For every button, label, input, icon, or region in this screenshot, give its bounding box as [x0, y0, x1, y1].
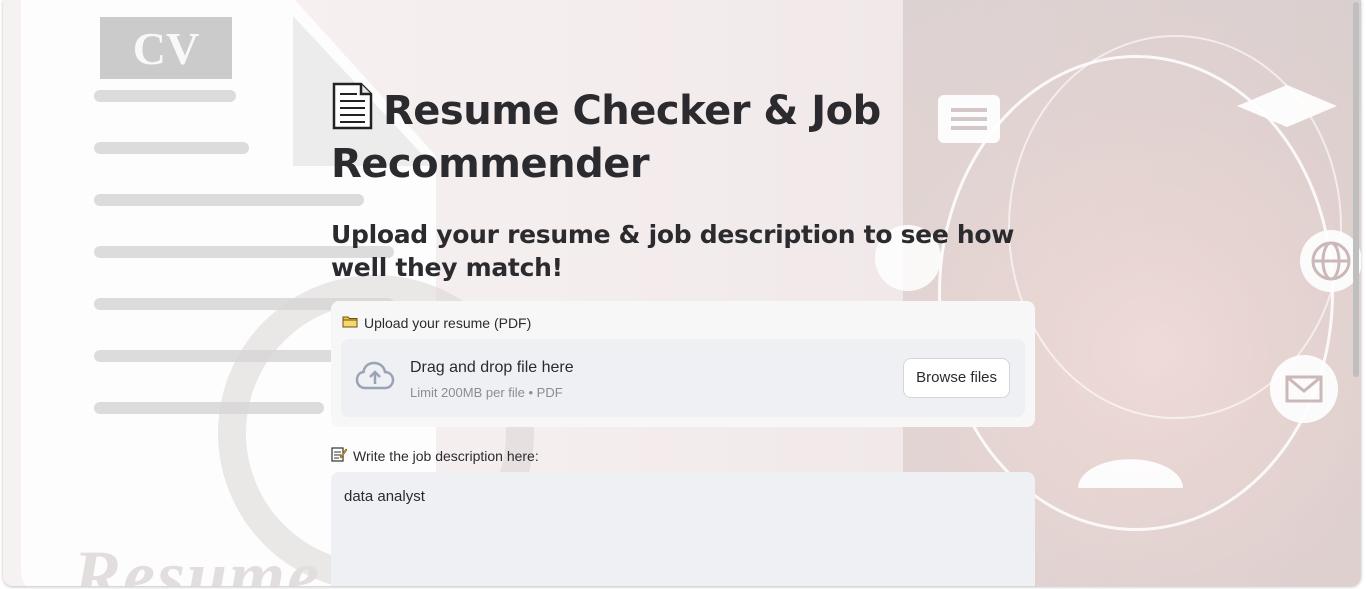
background-resume-text: Resume — [73, 536, 322, 586]
globe-icon — [1300, 230, 1361, 292]
resume-uploader-label-text: Upload your resume (PDF) — [364, 315, 532, 331]
page-subtitle: Upload your resume & job description to … — [331, 220, 1015, 282]
browse-files-button[interactable]: Browse files — [903, 358, 1010, 398]
scrollbar-thumb[interactable] — [1353, 2, 1359, 377]
memo-icon — [331, 446, 348, 465]
job-description-label: Write the job description here: — [331, 446, 539, 465]
resume-uploader-label: Upload your resume (PDF) — [342, 315, 531, 331]
cloud-upload-icon — [355, 361, 395, 393]
chat-line — [951, 108, 987, 112]
dropzone-title: Drag and drop file here — [410, 359, 574, 376]
resume-uploader: Upload your resume (PDF) Drag and drop f… — [331, 301, 1035, 427]
background-cv-label: CV — [100, 17, 232, 79]
folder-icon — [342, 315, 358, 331]
mail-icon — [1270, 355, 1338, 423]
background-line — [94, 194, 364, 206]
job-description-label-text: Write the job description here: — [353, 447, 539, 464]
page-document-icon — [331, 82, 373, 130]
page-title-text: Resume Checker & Job Recommender — [331, 88, 881, 187]
background-line — [94, 142, 249, 154]
job-description-textarea[interactable]: data analyst — [331, 472, 1035, 586]
file-dropzone[interactable]: Drag and drop file here Limit 200MB per … — [341, 339, 1025, 417]
background-line — [94, 90, 236, 102]
page-scrollbar[interactable] — [1353, 0, 1361, 586]
page-title: Resume Checker & Job Recommender — [331, 82, 931, 191]
chat-line — [951, 117, 987, 121]
dropzone-limit-text: Limit 200MB per file • PDF — [410, 385, 563, 400]
app-container: CV Resume Resume Checker & Job Recommend… — [3, 0, 1361, 586]
chat-line — [951, 126, 987, 130]
